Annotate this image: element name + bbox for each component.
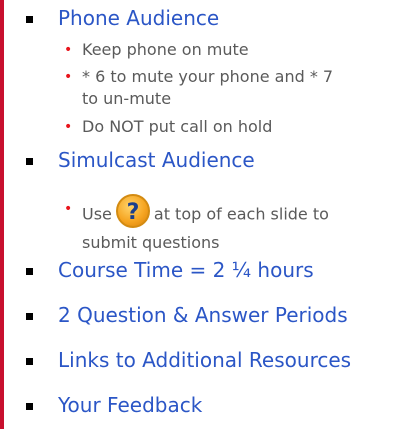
heading-phone-audience: Phone Audience (58, 6, 220, 30)
dot-bullet: • (64, 42, 73, 58)
sub-text: * 6 to mute your phone and * 7 to un-mut… (82, 67, 334, 108)
square-bullet (26, 358, 33, 365)
sub-text: Keep phone on mute (82, 40, 249, 59)
list-item-phone-audience: Phone Audience (26, 6, 219, 30)
heading-feedback: Your Feedback (58, 393, 203, 417)
sub-text: Use? at top of each slide to submit quest… (82, 194, 352, 254)
list-item-qa-periods: 2 Question & Answer Periods (26, 303, 348, 327)
sub-item-mute-codes: • * 6 to mute your phone and * 7 to un-m… (64, 66, 352, 110)
sub-item-hold: • Do NOT put call on hold (64, 116, 272, 138)
list-item-course-time: Course Time = 2 ¼ hours (26, 258, 314, 282)
dot-bullet: • (64, 201, 73, 217)
square-bullet (26, 158, 33, 165)
list-item-simulcast-audience: Simulcast Audience (26, 148, 255, 172)
square-bullet (26, 268, 33, 275)
dot-bullet: • (64, 119, 73, 135)
heading-simulcast-audience: Simulcast Audience (58, 148, 255, 172)
dot-bullet: • (64, 69, 73, 85)
square-bullet (26, 16, 33, 23)
square-bullet (26, 313, 33, 320)
heading-qa-periods: 2 Question & Answer Periods (58, 303, 348, 327)
slide-content: Phone Audience • Keep phone on mute • * … (0, 0, 400, 429)
sub-item-use-help: • Use? at top of each slide to submit que… (64, 194, 352, 254)
square-bullet (26, 403, 33, 410)
sub-text: Do NOT put call on hold (82, 117, 273, 136)
sub-text-prefix: Use (82, 204, 112, 224)
list-item-feedback: Your Feedback (26, 393, 202, 417)
heading-course-time: Course Time = 2 ¼ hours (58, 258, 314, 282)
sub-item-mute: • Keep phone on mute (64, 39, 249, 61)
heading-links: Links to Additional Resources (58, 348, 352, 372)
svg-text:?: ? (127, 200, 140, 225)
help-question-icon[interactable]: ? (115, 194, 150, 228)
list-item-links: Links to Additional Resources (26, 348, 351, 372)
